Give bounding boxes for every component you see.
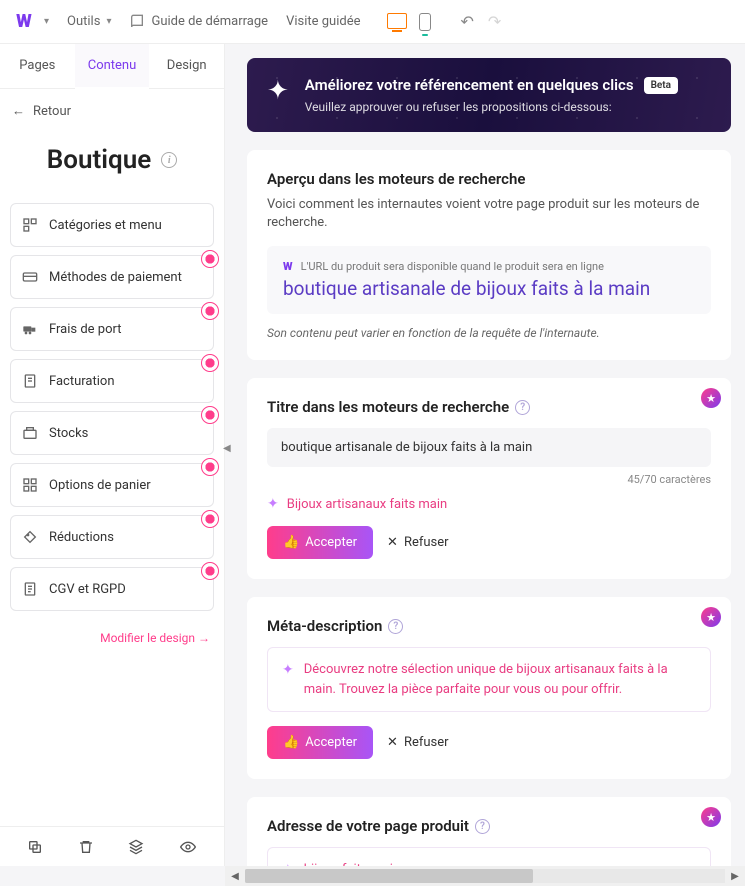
horizontal-scrollbar[interactable]: ◀ ▶ — [225, 866, 745, 886]
menu-icon — [21, 268, 39, 286]
menu-label: Réductions — [49, 530, 114, 545]
seo-preview-card: Aperçu dans les moteurs de recherche Voi… — [247, 150, 731, 360]
layers-icon[interactable] — [128, 839, 144, 855]
arrow-left-icon: ← — [12, 103, 25, 119]
menu-label: CGV et RGPD — [49, 582, 126, 597]
menu-icon — [21, 476, 39, 494]
eye-icon[interactable] — [179, 839, 197, 855]
book-icon — [129, 14, 145, 30]
char-counter: 45/70 caractères — [267, 473, 711, 486]
thumbs-up-icon: 👍 — [283, 735, 299, 750]
seo-title-input[interactable]: boutique artisanale de bijoux faits à la… — [267, 428, 711, 467]
main-content: ✦ Améliorez votre référencement en quelq… — [225, 44, 745, 866]
menu-icon — [21, 216, 39, 234]
redo-icon: ↷ — [488, 12, 501, 31]
star-badge-icon: ★ — [201, 510, 219, 528]
desktop-view-icon[interactable] — [387, 13, 407, 29]
star-badge-icon: ★ — [201, 302, 219, 320]
search-preview: W L'URL du produit sera disponible quand… — [267, 246, 711, 314]
menu-icon — [21, 320, 39, 338]
card-heading: Aperçu dans les moteurs de recherche — [267, 170, 711, 188]
app-logo[interactable]: W — [12, 10, 36, 34]
sparkle-icon: ✦ — [267, 496, 279, 512]
tab-pages[interactable]: Pages — [0, 44, 75, 88]
sparkle-icon: ✦ — [282, 660, 294, 681]
sidebar-item-5[interactable]: Options de panier★ — [10, 463, 214, 507]
preview-link-title: boutique artisanale de bijoux faits à la… — [283, 277, 695, 300]
menu-icon — [21, 528, 39, 546]
menu-icon — [21, 424, 39, 442]
sidebar-item-6[interactable]: Réductions★ — [10, 515, 214, 559]
chevron-down-icon[interactable]: ▾ — [44, 16, 49, 27]
star-badge-icon: ★ — [201, 250, 219, 268]
undo-icon[interactable]: ↶ — [461, 12, 474, 31]
sidebar-item-0[interactable]: Catégories et menu — [10, 203, 214, 247]
scroll-left-icon[interactable]: ◀ — [225, 871, 245, 882]
meta-desc-card: ★ Méta-description ? ✦ Découvrez notre s… — [247, 597, 731, 779]
info-icon[interactable]: i — [161, 152, 177, 168]
menu-label: Catégories et menu — [49, 218, 162, 233]
ai-suggestion: Bijoux artisanaux faits main — [287, 497, 447, 512]
ai-badge-icon: ★ — [701, 388, 721, 408]
beta-badge: Beta — [644, 77, 678, 94]
help-icon[interactable]: ? — [475, 819, 490, 834]
sidebar-item-7[interactable]: CGV et RGPD★ — [10, 567, 214, 611]
page-url-card: ★ Adresse de votre page produit ? ✦ bijo… — [247, 797, 731, 866]
ai-badge-icon: ★ — [701, 607, 721, 627]
star-badge-icon: ★ — [201, 406, 219, 424]
menu-label: Stocks — [49, 426, 88, 441]
modify-design-link[interactable]: Modifier le design → — [0, 611, 224, 665]
menu-label: Frais de port — [49, 322, 121, 337]
app-logo-small: W — [283, 260, 293, 273]
tour-link[interactable]: Visite guidée — [286, 14, 360, 29]
star-badge-icon: ★ — [201, 562, 219, 580]
page-title: Boutique i — [0, 127, 224, 203]
top-toolbar: W ▾ Outils ▾ Guide de démarrage Visite g… — [0, 0, 745, 44]
back-button[interactable]: ← Retour — [0, 89, 224, 127]
help-icon[interactable]: ? — [515, 400, 530, 415]
accept-button[interactable]: 👍Accepter — [267, 526, 373, 559]
sparkle-icon: ✦ — [267, 76, 289, 106]
tab-content[interactable]: Contenu — [75, 44, 150, 89]
tab-design[interactable]: Design — [149, 44, 224, 88]
menu-label: Facturation — [49, 374, 115, 389]
menu-label: Méthodes de paiement — [49, 270, 182, 285]
help-icon[interactable]: ? — [388, 619, 403, 634]
copy-icon[interactable] — [27, 839, 43, 855]
refuse-button[interactable]: ✕Refuser — [387, 735, 449, 750]
collapse-sidebar-icon[interactable]: ◀ — [223, 443, 231, 454]
mobile-view-icon[interactable] — [419, 13, 431, 31]
sidebar: Pages Contenu Design ← Retour Boutique i… — [0, 44, 225, 866]
ai-suggestion: Découvrez notre sélection unique de bijo… — [304, 660, 696, 699]
close-icon: ✕ — [387, 535, 398, 550]
menu-icon — [21, 580, 39, 598]
star-badge-icon: ★ — [201, 354, 219, 372]
star-badge-icon: ★ — [201, 458, 219, 476]
seo-banner: ✦ Améliorez votre référencement en quelq… — [247, 58, 731, 132]
ai-badge-icon: ★ — [701, 807, 721, 827]
sidebar-item-3[interactable]: Facturation★ — [10, 359, 214, 403]
menu-icon — [21, 372, 39, 390]
sidebar-item-4[interactable]: Stocks★ — [10, 411, 214, 455]
thumbs-up-icon: 👍 — [283, 535, 299, 550]
accept-button[interactable]: 👍Accepter — [267, 726, 373, 759]
scroll-right-icon[interactable]: ▶ — [725, 871, 745, 882]
guide-link[interactable]: Guide de démarrage — [129, 14, 268, 30]
close-icon: ✕ — [387, 735, 398, 750]
menu-label: Options de panier — [49, 478, 151, 493]
sidebar-item-2[interactable]: Frais de port★ — [10, 307, 214, 351]
tools-menu[interactable]: Outils ▾ — [67, 14, 111, 29]
trash-icon[interactable] — [78, 839, 94, 855]
refuse-button[interactable]: ✕Refuser — [387, 535, 449, 550]
sidebar-item-1[interactable]: Méthodes de paiement★ — [10, 255, 214, 299]
seo-title-card: ★ Titre dans les moteurs de recherche ? … — [247, 378, 731, 579]
